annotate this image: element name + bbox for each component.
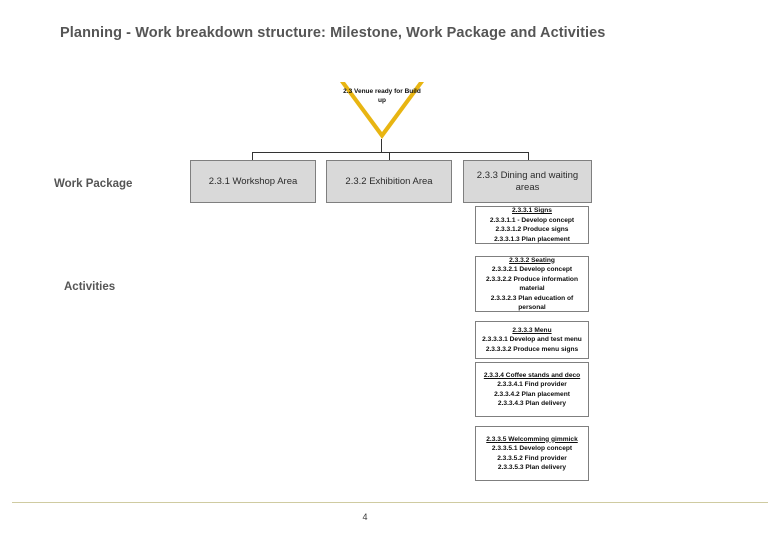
- activity-box-signs[interactable]: 2.3.3.1 Signs 2.3.3.1.1 - Develop concep…: [475, 206, 589, 244]
- row-label-work-package: Work Package: [54, 178, 133, 190]
- activity-header: 2.3.3.3 Menu: [512, 326, 552, 334]
- activity-item: 2.3.3.5.1 Develop concept: [491, 445, 573, 452]
- activity-box-seating[interactable]: 2.3.3.2 Seating 2.3.3.2.1 Develop concep…: [475, 256, 589, 312]
- activity-item: 2.3.3.5.3 Plan delivery: [497, 464, 567, 471]
- slide-canvas: Planning - Work breakdown structure: Mil…: [0, 0, 780, 540]
- connector-horizontal-bus: [252, 152, 528, 153]
- connector-milestone-stem: [381, 139, 382, 153]
- footer-divider: [12, 502, 768, 503]
- page-number: 4: [362, 512, 368, 522]
- activity-item: 2.3.3.1.1 - Develop concept: [489, 216, 575, 224]
- activity-item: 2.3.3.4.3 Plan delivery: [497, 400, 567, 407]
- activity-item: 2.3.3.1.3 Plan placement: [494, 235, 570, 243]
- activity-item: 2.3.3.2.1 Develop concept: [491, 266, 573, 273]
- activity-box-menu[interactable]: 2.3.3.3 Menu 2.3.3.3.1 Develop and test …: [475, 321, 589, 359]
- activity-header: 2.3.3.5 Welcomming gimmick: [486, 435, 578, 443]
- activity-header: 2.3.3.4 Coffee stands and deco: [483, 371, 581, 379]
- activity-box-coffee-stands[interactable]: 2.3.3.4 Coffee stands and deco 2.3.3.4.1…: [475, 362, 589, 417]
- work-package-box-2[interactable]: 2.3.2 Exhibition Area: [326, 160, 452, 203]
- activity-header: 2.3.3.1 Signs: [512, 207, 552, 214]
- activity-item: 2.3.3.2.2 Produce information material: [486, 275, 578, 293]
- activity-item: 2.3.3.2.3 Plan education of personal: [490, 294, 574, 312]
- activity-item: 2.3.3.3.1 Develop and test menu: [482, 336, 582, 344]
- work-package-box-1[interactable]: 2.3.1 Workshop Area: [190, 160, 316, 203]
- milestone-node[interactable]: 2.3 Venue ready for Build up: [340, 82, 424, 139]
- row-label-activities: Activities: [64, 281, 116, 293]
- activity-item: 2.3.3.3.2 Produce menu signs: [485, 345, 579, 353]
- work-package-box-3[interactable]: 2.3.3 Dining and waiting areas: [463, 160, 592, 203]
- activity-item: 2.3.3.4.1 Find provider: [497, 381, 567, 388]
- activity-item: 2.3.3.4.2 Plan placement: [494, 390, 570, 398]
- activity-item: 2.3.3.5.2 Find provider: [497, 454, 567, 462]
- activity-item: 2.3.3.1.2 Produce signs: [495, 226, 569, 233]
- activity-header: 2.3.3.2 Seating: [509, 256, 555, 264]
- milestone-label: 2.3 Venue ready for Build up: [343, 88, 421, 104]
- page-title: Planning - Work breakdown structure: Mil…: [60, 25, 606, 41]
- activity-box-welcoming-gimmick[interactable]: 2.3.3.5 Welcomming gimmick 2.3.3.5.1 Dev…: [475, 426, 589, 481]
